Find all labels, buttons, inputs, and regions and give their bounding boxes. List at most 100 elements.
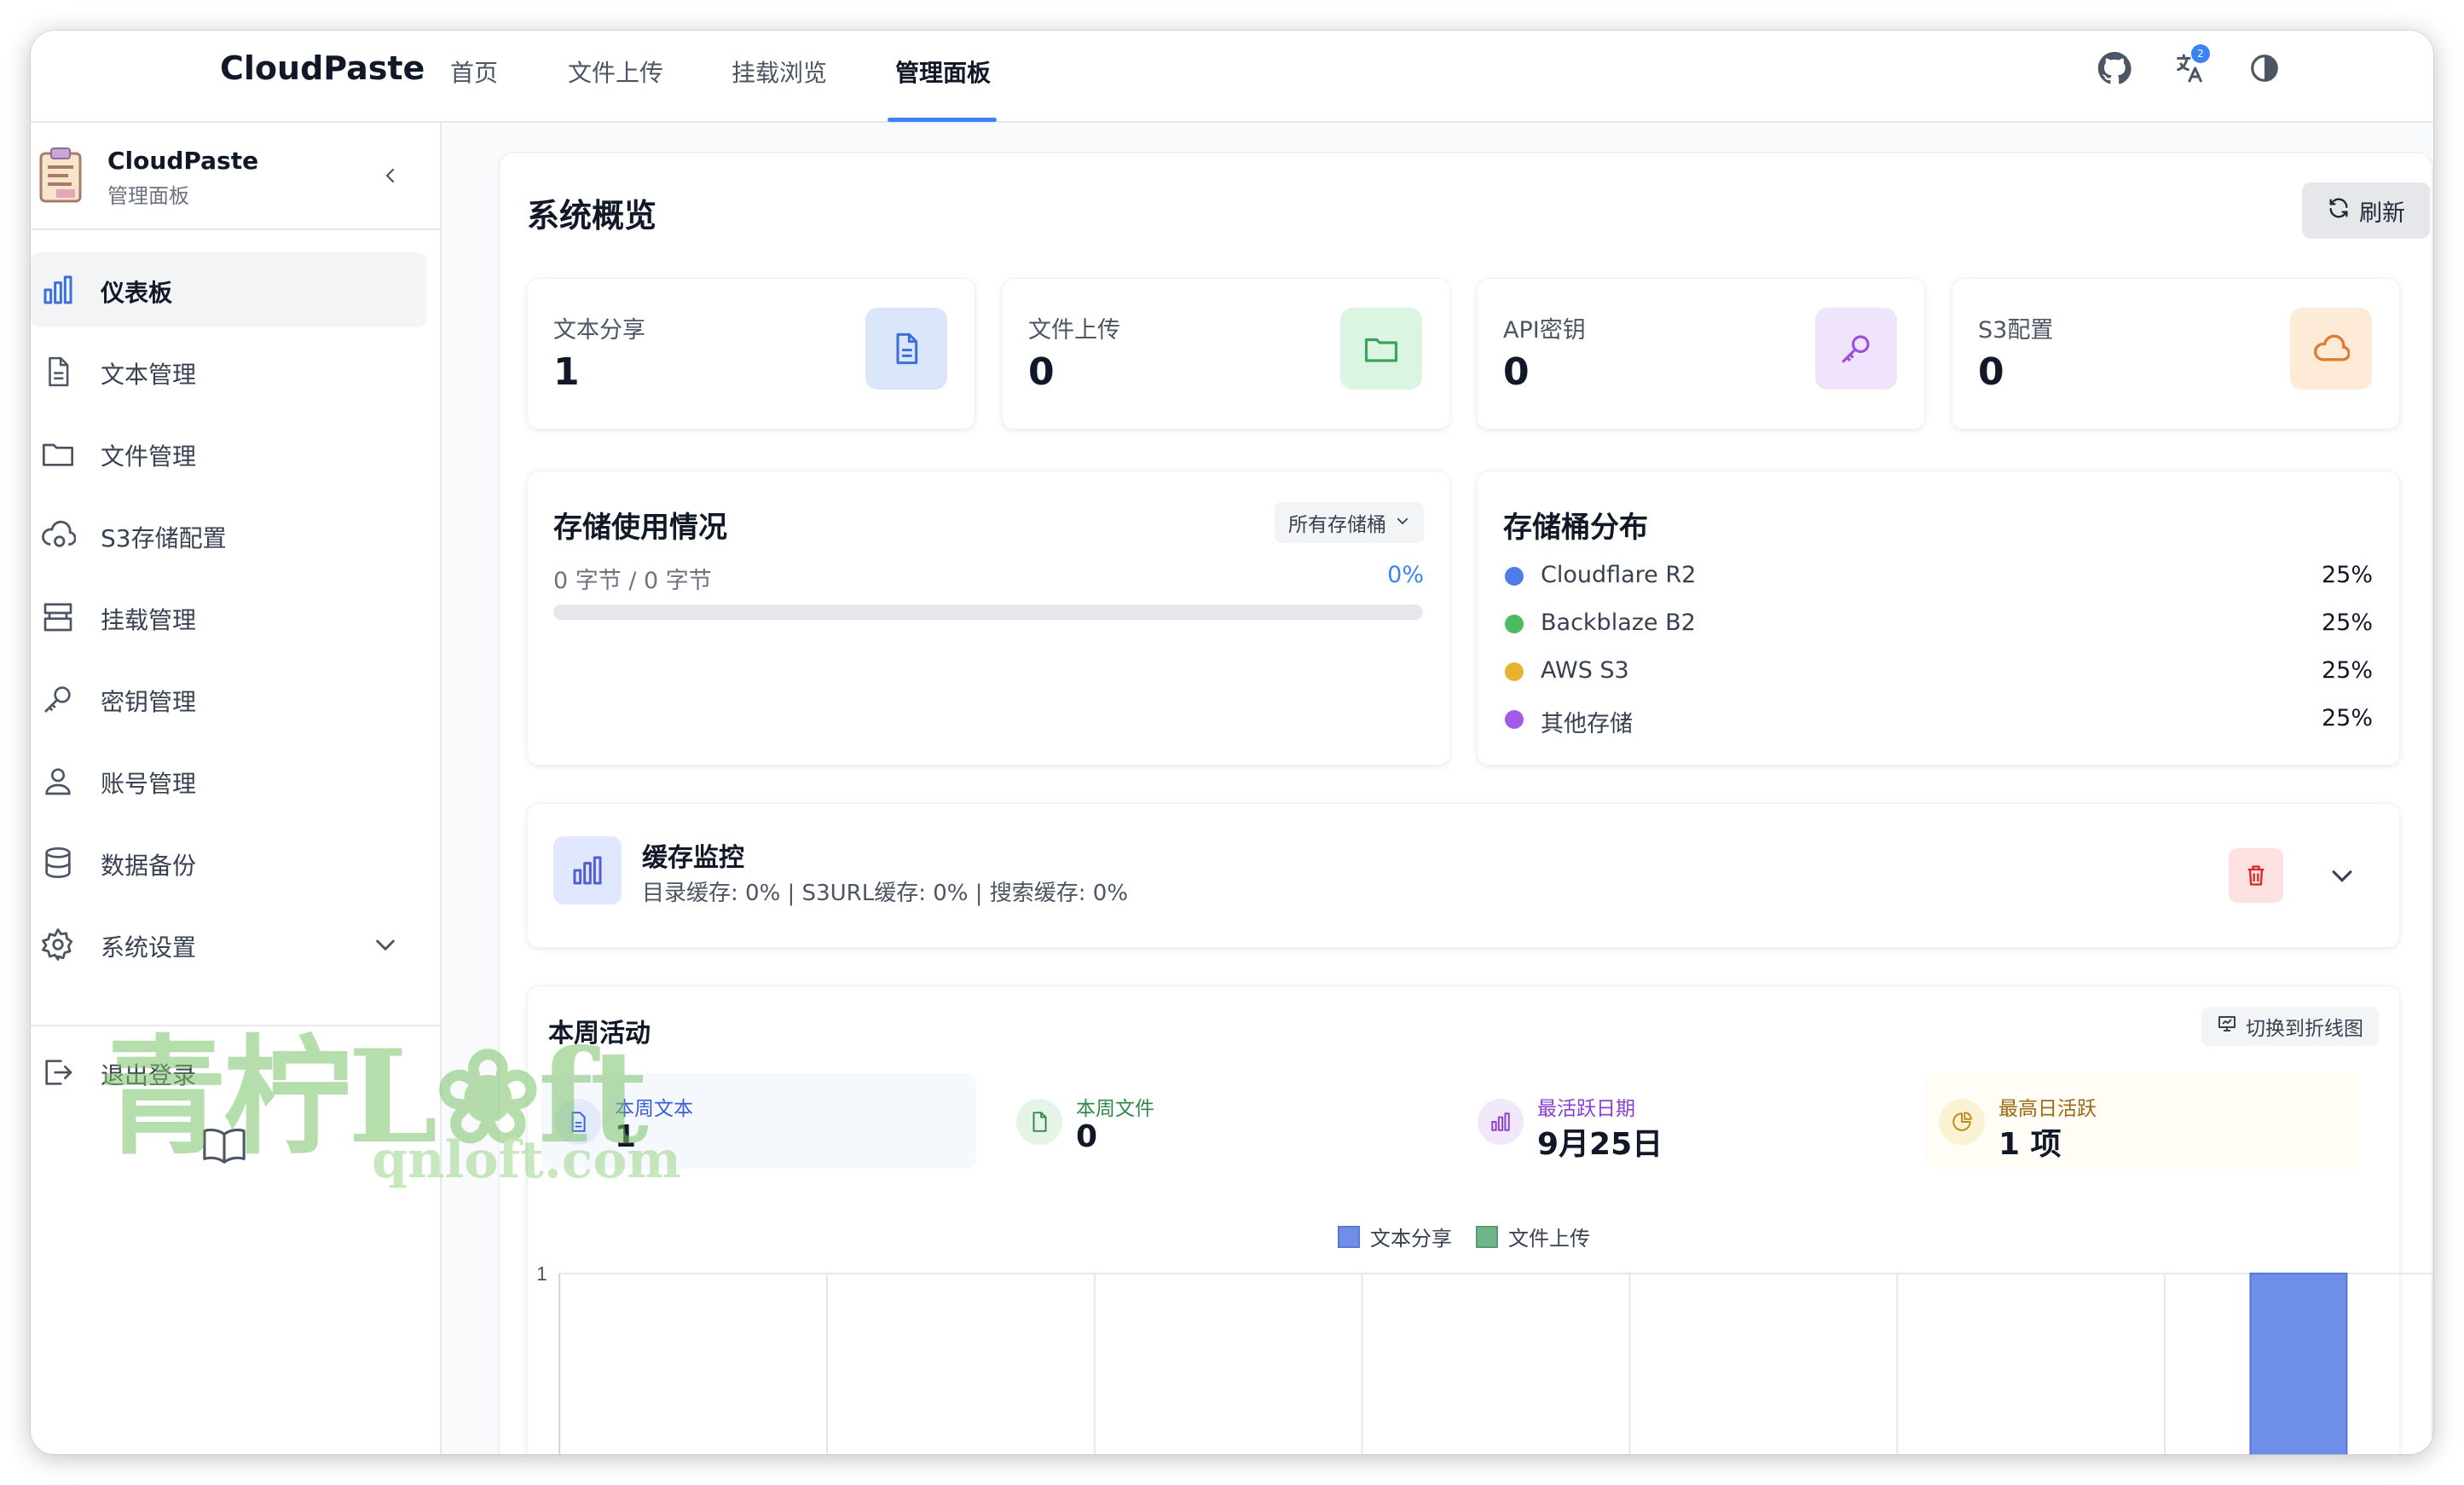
weekly-activity-panel: 本周活动 切换到折线图 本周文本 1 本周文件 0 最活跃日期 9月25日 <box>527 985 2400 1454</box>
clipboard-logo-icon <box>38 145 84 203</box>
activity-card-weekly-files: 本周文件 0 <box>1003 1073 1437 1169</box>
pie-chart-icon <box>1939 1099 1985 1145</box>
system-overview-card: 系统概览 刷新 文本分享 1 文件上传 0 API密钥 0 S3配置 0 存 <box>498 152 2433 1454</box>
activity-value: 9月25日 <box>1537 1119 1663 1164</box>
sidebar-item-account-management[interactable]: 账号管理 <box>31 743 426 818</box>
weekly-activity-title: 本周活动 <box>548 1012 651 1049</box>
stat-label: 文本分享 <box>553 311 645 344</box>
chart-toggle-icon <box>2217 1014 2237 1039</box>
server-icon <box>39 598 77 636</box>
logout-button[interactable]: 退出登录 <box>31 1035 426 1110</box>
nav-upload[interactable]: 文件上传 <box>568 55 663 123</box>
database-icon <box>39 844 77 881</box>
activity-label: 最活跃日期 <box>1537 1092 1635 1121</box>
storage-usage-panel: 存储使用情况 所有存储桶 0 字节 / 0 字节 0% <box>527 471 1450 766</box>
stat-label: 文件上传 <box>1028 311 1120 344</box>
sidebar-item-data-backup[interactable]: 数据备份 <box>31 825 426 900</box>
sidebar-item-label: 系统设置 <box>101 929 196 963</box>
key-icon <box>1815 308 1897 390</box>
cloud-gear-icon <box>39 517 77 554</box>
weekly-activity-bar-chart: 1 <box>528 1242 2433 1454</box>
top-navigation: CloudPaste 首页 文件上传 挂载浏览 管理面板 2 <box>31 31 2433 123</box>
chevron-down-icon[interactable] <box>372 931 399 962</box>
clear-cache-trash-icon[interactable] <box>2229 848 2283 903</box>
page-title: 系统概览 <box>527 189 656 236</box>
stat-label: API密钥 <box>1503 311 1586 344</box>
activity-value: 1 <box>615 1119 636 1154</box>
bucket-select[interactable]: 所有存储桶 <box>1275 502 1424 543</box>
bucket-row: Backblaze B2 25% <box>1505 606 2373 640</box>
sidebar-item-label: 数据备份 <box>101 847 196 881</box>
stat-value: 0 <box>1028 350 1055 394</box>
bucket-percent: 25% <box>2322 705 2373 731</box>
user-icon <box>39 762 77 800</box>
refresh-button[interactable]: 刷新 <box>2302 182 2430 239</box>
file-icon <box>1016 1099 1062 1145</box>
sidebar-subtitle: 管理面板 <box>107 179 189 209</box>
github-icon[interactable] <box>2092 46 2137 90</box>
legend-dot <box>1505 710 1524 729</box>
sidebar-item-mount-management[interactable]: 挂载管理 <box>31 580 426 655</box>
bucket-name: 其他存储 <box>1541 705 1633 738</box>
bucket-percent: 25% <box>2322 562 2373 588</box>
sidebar-title: CloudPaste <box>107 147 258 175</box>
stat-card-text-share[interactable]: 文本分享 1 <box>527 278 975 430</box>
brand-logo-text[interactable]: CloudPaste <box>220 49 425 87</box>
logout-label: 退出登录 <box>101 1057 196 1091</box>
sidebar-item-key-management[interactable]: 密钥管理 <box>31 662 426 737</box>
expand-chevron-down-icon[interactable] <box>2323 857 2361 894</box>
bucket-name: AWS S3 <box>1541 657 1629 684</box>
sidebar-divider <box>31 1025 440 1026</box>
sidebar-item-label: 密钥管理 <box>101 684 196 718</box>
activity-card-most-active-day: 最活跃日期 9月25日 <box>1464 1073 1899 1169</box>
sidebar-item-label: S3存储配置 <box>101 520 227 554</box>
nav-mount-browse[interactable]: 挂载浏览 <box>732 55 827 123</box>
cache-monitor-panel[interactable]: 缓存监控 目录缓存: 0% | S3URL缓存: 0% | 搜索缓存: 0% <box>527 803 2400 948</box>
stat-card-s3-config[interactable]: S3配置 0 <box>1952 278 2400 430</box>
stat-card-file-upload[interactable]: 文件上传 0 <box>1002 278 1450 430</box>
usage-percent: 0% <box>1387 562 1424 588</box>
sidebar-item-system-settings[interactable]: 系统设置 <box>31 907 426 982</box>
sidebar-item-file-management[interactable]: 文件管理 <box>31 416 426 491</box>
legend-dot <box>1505 567 1524 586</box>
legend-dot <box>1505 615 1524 633</box>
sidebar-item-s3-config[interactable]: S3存储配置 <box>31 498 426 573</box>
activity-label: 最高日活跃 <box>1998 1092 2097 1121</box>
collapse-sidebar-chevron-left-icon[interactable] <box>372 157 409 194</box>
logout-icon <box>39 1054 77 1091</box>
switch-to-line-chart-button[interactable]: 切换到折线图 <box>2201 1007 2379 1046</box>
sidebar-item-label: 账号管理 <box>101 766 196 800</box>
document-icon <box>555 1099 601 1145</box>
docs-book-icon[interactable] <box>201 1127 247 1168</box>
stat-label: S3配置 <box>1978 311 2053 344</box>
nav-admin-panel[interactable]: 管理面板 <box>895 55 991 123</box>
usage-text: 0 字节 / 0 字节 <box>553 562 712 595</box>
activity-card-peak-day: 最高日活跃 1 项 <box>1925 1073 2360 1169</box>
cache-monitor-stats: 目录缓存: 0% | S3URL缓存: 0% | 搜索缓存: 0% <box>642 875 1128 907</box>
theme-toggle-icon[interactable] <box>2242 46 2287 90</box>
folder-icon <box>39 435 77 472</box>
sidebar-item-text-management[interactable]: 文本管理 <box>31 334 426 409</box>
activity-label: 本周文本 <box>615 1092 693 1121</box>
sidebar-item-label: 仪表板 <box>101 274 172 309</box>
stat-card-api-keys[interactable]: API密钥 0 <box>1477 278 1925 430</box>
sidebar-header: CloudPaste 管理面板 <box>31 123 440 230</box>
bucket-distribution-title: 存储桶分布 <box>1503 504 1648 546</box>
y-tick-label: 1 <box>536 1263 547 1285</box>
translate-icon[interactable]: 2 <box>2167 46 2212 90</box>
nav-active-indicator <box>888 118 997 122</box>
folder-icon <box>1340 308 1422 390</box>
bucket-percent: 25% <box>2322 657 2373 684</box>
bar-chart-icon <box>39 271 77 309</box>
bucket-name: Cloudflare R2 <box>1541 562 1696 588</box>
sidebar-item-label: 文件管理 <box>101 438 196 472</box>
nav-home[interactable]: 首页 <box>450 55 498 123</box>
switch-label: 切换到折线图 <box>2246 1012 2363 1041</box>
storage-usage-title: 存储使用情况 <box>553 504 727 546</box>
sidebar-item-dashboard[interactable]: 仪表板 <box>31 252 426 327</box>
activity-value: 1 项 <box>1998 1119 2062 1164</box>
bar-chart-icon <box>1478 1099 1524 1145</box>
bucket-distribution-panel: 存储桶分布 Cloudflare R2 25% Backblaze B2 25%… <box>1477 471 2400 766</box>
sidebar: CloudPaste 管理面板 仪表板 文本管理 文件管理 S3存储配置 挂载管… <box>31 123 442 1454</box>
sidebar-item-label: 文本管理 <box>101 356 196 390</box>
